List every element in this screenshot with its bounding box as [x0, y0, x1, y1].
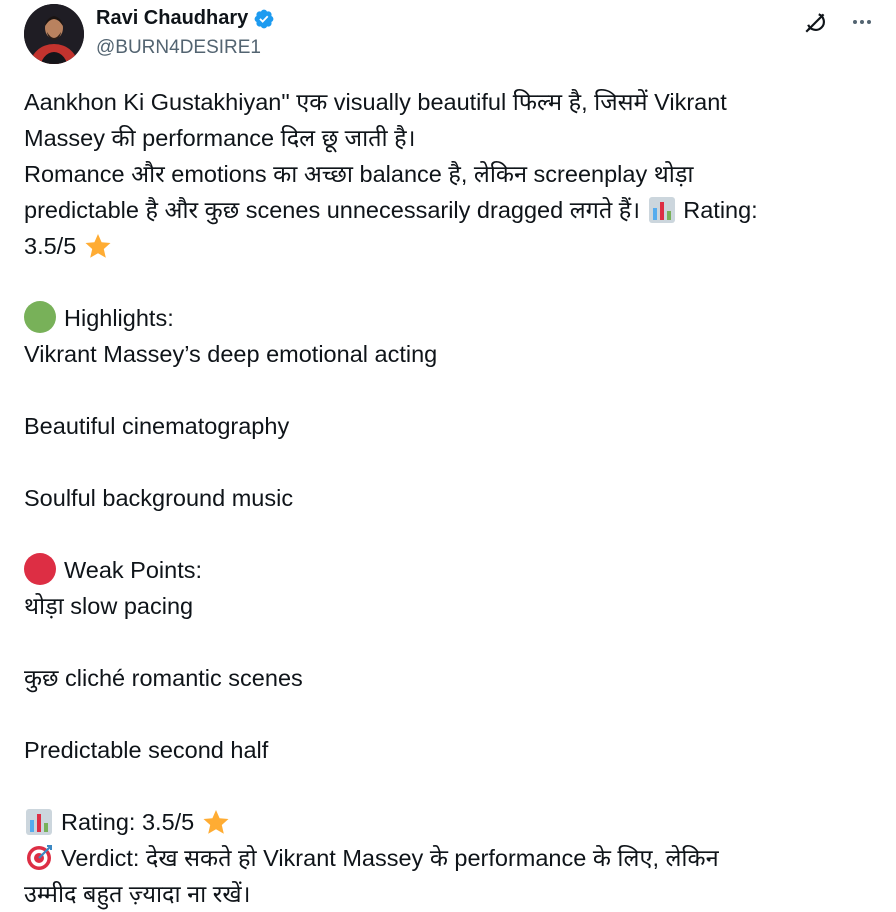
highlights-heading-line: Highlights:: [24, 300, 874, 336]
post-text: Aankhon Ki Gustakhiyan" एक visually beau…: [24, 84, 874, 912]
intro-line: Massey की performance दिल छू जाती है।: [24, 125, 416, 151]
highlight-item: Vikrant Massey’s deep emotional acting: [24, 341, 438, 367]
rating-line: Rating: 3.5/5: [24, 804, 874, 840]
verdict-line: उम्मीद बहुत ज़्यादा ना रखें।: [24, 881, 251, 907]
intro-line: Aankhon Ki Gustakhiyan" एक visually beau…: [24, 89, 727, 115]
star-icon: [84, 232, 112, 260]
weak-item: Predictable second half: [24, 737, 269, 763]
highlight-item: Soulful background music: [24, 485, 294, 511]
intro-line: predictable है और कुछ scenes unnecessari…: [24, 192, 874, 228]
highlight-item: Beautiful cinematography: [24, 413, 290, 439]
rating-value: 3.5/5: [24, 233, 77, 259]
bar-chart-icon: [25, 808, 53, 836]
weak-item: कुछ cliché romantic scenes: [24, 665, 303, 691]
intro-line: 3.5/5: [24, 228, 874, 264]
red-circle-icon: [24, 553, 56, 585]
bar-chart-icon: [648, 196, 676, 224]
more-icon[interactable]: [848, 8, 876, 36]
rating-label: Rating:: [683, 197, 758, 223]
weak-heading: Weak Points:: [64, 557, 203, 583]
weak-item: थोड़ा slow pacing: [24, 593, 194, 619]
direct-hit-icon: [25, 844, 53, 872]
star-icon: [202, 808, 230, 836]
weak-heading-line: Weak Points:: [24, 552, 874, 588]
highlights-heading: Highlights:: [64, 305, 174, 331]
intro-line: Romance और emotions का अच्छा balance है,…: [24, 161, 694, 187]
author-handle[interactable]: @BURN4DESIRE1: [96, 37, 261, 59]
verdict-text: Verdict: देख सकते हो Vikrant Massey के p…: [61, 845, 719, 871]
author-display-name[interactable]: Ravi Chaudhary: [96, 7, 248, 30]
rating-text: Rating: 3.5/5: [61, 809, 195, 835]
post-header: Ravi Chaudhary @BURN4DESIRE1: [24, 4, 876, 68]
intro-text: predictable है और कुछ scenes unnecessari…: [24, 197, 641, 223]
verified-badge-icon: [253, 8, 275, 30]
verdict-line: Verdict: देख सकते हो Vikrant Massey के p…: [24, 840, 874, 876]
avatar[interactable]: [24, 4, 84, 64]
green-circle-icon: [24, 301, 56, 333]
grok-icon[interactable]: [802, 8, 830, 36]
